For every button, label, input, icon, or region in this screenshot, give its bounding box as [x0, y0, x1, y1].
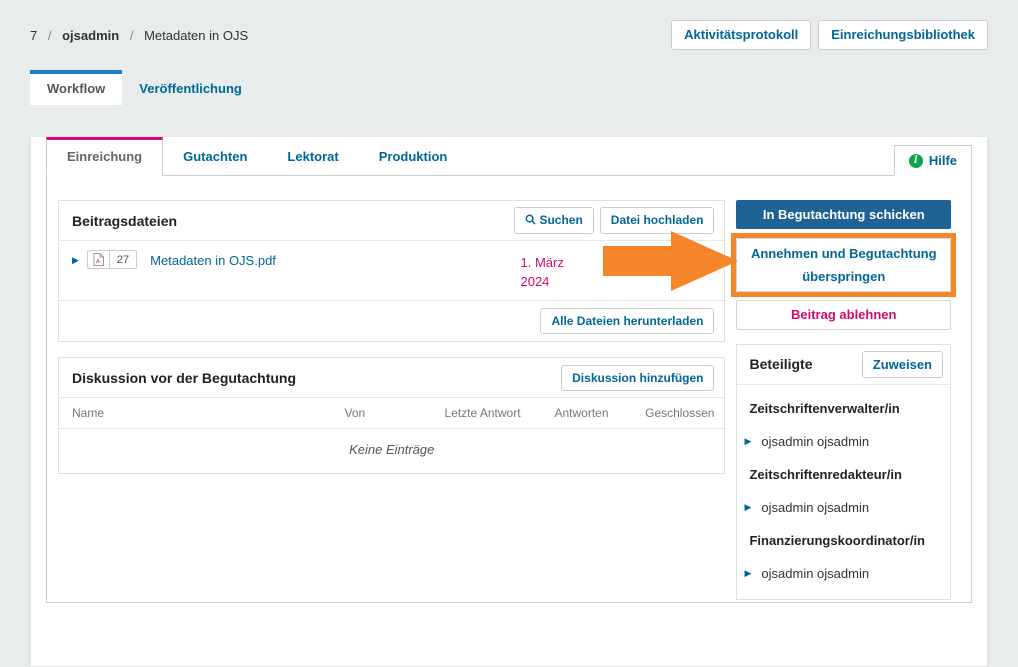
- tab-review[interactable]: Gutachten: [163, 138, 267, 175]
- activity-log-button[interactable]: Aktivitätsprotokoll: [671, 20, 811, 50]
- tab-workflow[interactable]: Workflow: [30, 70, 122, 105]
- decline-submission-button[interactable]: Beitrag ablehnen: [736, 300, 951, 330]
- svg-text:A: A: [96, 259, 100, 265]
- accept-skip-review-button[interactable]: Annehmen und Begutachtung überspringen: [736, 238, 951, 292]
- left-column: Beitragsdateien Suchen Datei hochladen ▶…: [58, 200, 725, 602]
- info-icon: i: [909, 154, 923, 168]
- participant-role: Finanzierungskoordinator/in: [744, 523, 938, 558]
- pre-review-discussion-panel: Diskussion vor der Begutachtung Diskussi…: [58, 357, 725, 474]
- participant-role: Zeitschriftenredakteur/in: [744, 457, 938, 492]
- column-closed: Geschlossen: [639, 406, 714, 420]
- help-button[interactable]: i Hilfe: [894, 145, 972, 176]
- participant-name: ojsadmin ojsadmin: [761, 566, 869, 581]
- help-label: Hilfe: [929, 153, 957, 168]
- highlight-annotation-box: Annehmen und Begutachtung überspringen: [731, 233, 956, 297]
- file-upload-date: 1. März 2024: [520, 253, 574, 291]
- column-replies: Antworten: [554, 406, 639, 420]
- breadcrumb: 7 / ojsadmin / Metadaten in OJS: [30, 28, 248, 43]
- participants-panel-title: Beteiligte: [749, 356, 812, 372]
- download-all-files-button[interactable]: Alle Dateien herunterladen: [540, 308, 714, 334]
- expand-participant-icon[interactable]: ▶: [744, 436, 751, 447]
- breadcrumb-separator: /: [48, 28, 52, 43]
- file-id: 27: [110, 251, 136, 268]
- expand-participant-icon[interactable]: ▶: [744, 502, 751, 513]
- file-row: ▶ A 27 Metadaten in OJS.pdf 1. März 2024: [59, 241, 724, 301]
- tab-submission[interactable]: Einreichung: [46, 137, 163, 176]
- send-to-review-button[interactable]: In Begutachtung schicken: [736, 200, 951, 229]
- search-label: Suchen: [539, 213, 582, 227]
- main-tab-bar: Workflow Veröffentlichung: [30, 70, 988, 105]
- assign-button[interactable]: Zuweisen: [862, 351, 943, 379]
- discussion-panel-header: Diskussion vor der Begutachtung Diskussi…: [59, 358, 724, 398]
- tab-publication[interactable]: Veröffentlichung: [122, 72, 259, 105]
- column-name: Name: [72, 406, 344, 420]
- column-from: Von: [344, 406, 444, 420]
- add-discussion-button[interactable]: Diskussion hinzufügen: [561, 365, 714, 391]
- participants-panel-header: Beteiligte Zuweisen: [737, 345, 950, 386]
- files-panel-footer: Alle Dateien herunterladen: [59, 301, 724, 341]
- breadcrumb-submission-id: 7: [30, 28, 37, 43]
- pdf-file-icon: A: [88, 251, 110, 268]
- stage-content: Beitragsdateien Suchen Datei hochladen ▶…: [46, 175, 972, 603]
- discussion-panel-title: Diskussion vor der Begutachtung: [72, 370, 296, 386]
- submission-library-button[interactable]: Einreichungsbibliothek: [818, 20, 988, 50]
- submission-files-panel: Beitragsdateien Suchen Datei hochladen ▶…: [58, 200, 725, 342]
- file-name-link[interactable]: Metadaten in OJS.pdf: [150, 253, 276, 268]
- column-last-reply: Letzte Antwort: [444, 406, 554, 420]
- files-panel-title: Beitragsdateien: [72, 213, 177, 229]
- breadcrumb-title: Metadaten in OJS: [144, 28, 248, 43]
- search-button[interactable]: Suchen: [514, 207, 593, 233]
- right-column: In Begutachtung schicken Annehmen und Be…: [736, 200, 951, 602]
- discussion-column-headers: Name Von Letzte Antwort Antworten Geschl…: [59, 398, 724, 429]
- breadcrumb-separator: /: [130, 28, 134, 43]
- top-actions: Aktivitätsprotokoll Einreichungsbiblioth…: [671, 20, 988, 50]
- participant-user[interactable]: ▶ ojsadmin ojsadmin: [744, 426, 938, 457]
- participant-role: Zeitschriftenverwalter/in: [744, 391, 938, 426]
- breadcrumb-author[interactable]: ojsadmin: [62, 28, 119, 43]
- tab-copyediting[interactable]: Lektorat: [267, 138, 358, 175]
- participants-list: Zeitschriftenverwalter/in ▶ ojsadmin ojs…: [737, 385, 950, 599]
- participant-user[interactable]: ▶ ojsadmin ojsadmin: [744, 558, 938, 589]
- search-icon: [525, 214, 536, 225]
- expand-file-icon[interactable]: ▶: [72, 255, 79, 266]
- upload-file-button[interactable]: Datei hochladen: [600, 207, 715, 233]
- discussion-empty-state: Keine Einträge: [59, 429, 724, 473]
- workflow-card: Einreichung Gutachten Lektorat Produktio…: [30, 137, 988, 667]
- file-id-group: A 27: [87, 250, 137, 269]
- expand-participant-icon[interactable]: ▶: [744, 568, 751, 579]
- participants-panel: Beteiligte Zuweisen Zeitschriftenverwalt…: [736, 344, 951, 601]
- participant-user[interactable]: ▶ ojsadmin ojsadmin: [744, 492, 938, 523]
- top-bar: 7 / ojsadmin / Metadaten in OJS Aktivitä…: [0, 0, 1018, 56]
- participant-name: ojsadmin ojsadmin: [761, 500, 869, 515]
- stage-tab-bar: Einreichung Gutachten Lektorat Produktio…: [46, 137, 972, 175]
- files-panel-header: Beitragsdateien Suchen Datei hochladen: [59, 201, 724, 241]
- participant-name: ojsadmin ojsadmin: [761, 434, 869, 449]
- tab-production[interactable]: Produktion: [359, 138, 468, 175]
